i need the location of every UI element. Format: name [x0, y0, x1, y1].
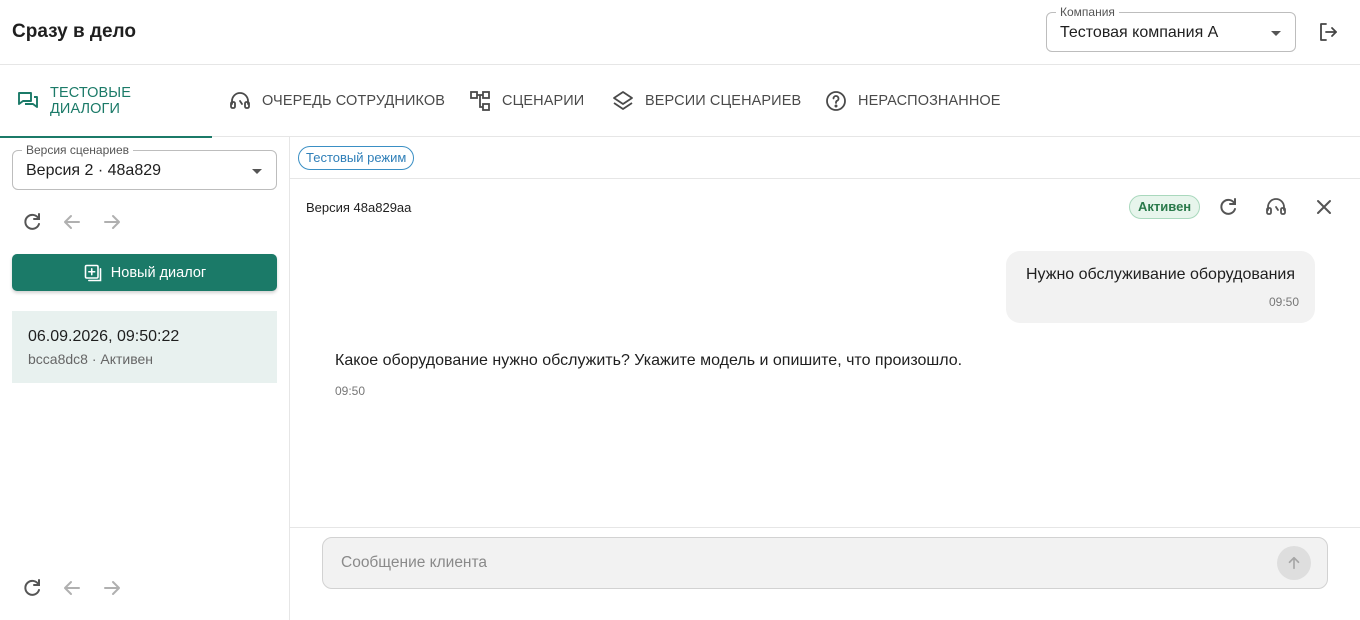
chat-bubbles-icon	[18, 92, 38, 108]
status-badge: Активен	[1129, 195, 1201, 219]
help-circle-icon	[826, 91, 846, 111]
arrow-back-icon[interactable]	[60, 210, 84, 234]
company-select[interactable]: Компания Тестовая компания А	[1046, 5, 1296, 52]
arrow-forward-icon[interactable]	[100, 210, 124, 234]
send-button[interactable]	[1277, 546, 1311, 580]
new-dialog-label: Новый диалог	[110, 264, 207, 281]
mode-bar: Тестовый режим	[290, 137, 1360, 179]
arrow-forward-icon[interactable]	[100, 576, 124, 600]
scenario-version-label: Версия сценариев	[22, 143, 134, 157]
bottom-nav-controls	[20, 576, 124, 600]
top-header: Сразу в дело Компания Тестовая компания …	[0, 0, 1360, 65]
outgoing-message: Нужно обслуживание оборудования 09:50	[1006, 251, 1315, 323]
dialog-list-item[interactable]: 06.09.2026, 09:50:22 bcca8dc8 · Активен	[12, 311, 277, 383]
headset-icon	[230, 92, 250, 109]
message-time: 09:50	[1268, 295, 1299, 309]
tab-label: ОЧЕРЕДЬ СОТРУДНИКОВ	[262, 93, 446, 109]
test-mode-chip: Тестовый режим	[298, 146, 415, 170]
client-message-input[interactable]	[341, 538, 1261, 588]
tab-employee-queue[interactable]: ОЧЕРЕДЬ СОТРУДНИКОВ	[212, 65, 461, 137]
dialogs-sidebar: Версия сценариев Версия 2 · 48a829 Новый	[0, 137, 290, 620]
close-icon[interactable]	[1312, 195, 1336, 219]
incoming-message-text: Какое оборудование нужно обслужить? Укаж…	[335, 352, 963, 369]
chat-version-title: Версия 48a829aa	[306, 200, 412, 215]
composer	[322, 537, 1328, 589]
dropdown-caret-icon	[1271, 31, 1281, 36]
arrow-back-icon[interactable]	[60, 576, 84, 600]
refresh-icon[interactable]	[20, 576, 44, 600]
refresh-icon[interactable]	[20, 210, 44, 234]
flow-scheme-icon	[470, 91, 490, 111]
tab-test-dialogs[interactable]: ТЕСТОВЫЕ ДИАЛОГИ	[0, 65, 212, 138]
company-select-value: Тестовая компания А	[1060, 24, 1219, 41]
dialog-subtitle: bcca8dc8 · Активен	[28, 351, 154, 367]
new-dialog-button[interactable]: Новый диалог	[12, 254, 277, 291]
tab-label: НЕРАСПОЗНАННОЕ	[858, 93, 1001, 109]
tab-label: СЦЕНАРИИ	[502, 93, 585, 109]
scenario-version-select[interactable]: Версия сценариев Версия 2 · 48a829	[12, 143, 277, 190]
add-box-icon	[84, 264, 102, 281]
main-tabs: ТЕСТОВЫЕ ДИАЛОГИ ОЧЕРЕДЬ СОТРУДНИКОВ СЦЕ…	[0, 65, 1360, 138]
tab-scenario-versions[interactable]: ВЕРСИИ СЦЕНАРИЕВ	[595, 65, 817, 137]
layers-icon	[613, 91, 633, 110]
app-title: Сразу в дело	[12, 21, 136, 42]
top-nav-controls	[20, 210, 124, 234]
incoming-message-time: 09:50	[335, 384, 366, 398]
dialog-date: 06.09.2026, 09:50:22	[28, 328, 180, 345]
scenario-version-value: Версия 2 · 48a829	[26, 162, 162, 179]
message-text: Нужно обслуживание оборудования	[1026, 266, 1296, 283]
logout-icon[interactable]	[1316, 20, 1340, 44]
tab-unrecognized[interactable]: НЕРАСПОЗНАННОЕ	[808, 65, 1017, 137]
dropdown-caret-icon	[252, 169, 262, 174]
tab-scenarios[interactable]: СЦЕНАРИИ	[452, 65, 600, 137]
arrow-up-icon	[1288, 556, 1300, 570]
headset-icon[interactable]	[1264, 195, 1288, 219]
tab-label: ТЕСТОВЫЕ ДИАЛОГИ	[50, 85, 131, 117]
company-select-label: Компания	[1056, 5, 1119, 19]
composer-bar	[290, 527, 1360, 620]
chat-panel: Тестовый режим Версия 48a829aa Активен Н…	[290, 137, 1360, 620]
tab-label: ВЕРСИИ СЦЕНАРИЕВ	[645, 93, 802, 109]
refresh-icon[interactable]	[1216, 195, 1240, 219]
app-root: Сразу в дело Компания Тестовая компания …	[0, 0, 1360, 620]
